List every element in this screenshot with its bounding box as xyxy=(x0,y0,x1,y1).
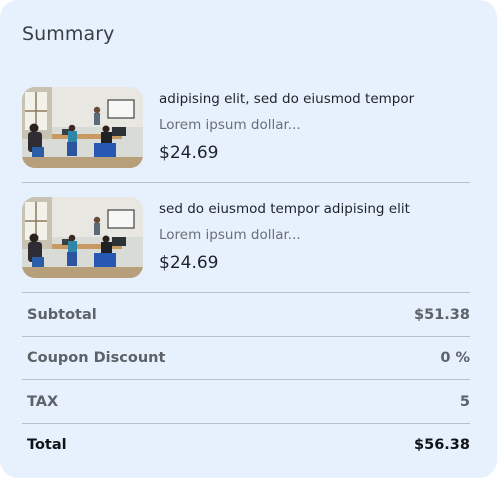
total-row: Total $56.38 xyxy=(27,435,470,455)
item-thumbnail xyxy=(22,87,143,168)
coupon-discount-label: Coupon Discount xyxy=(27,350,166,366)
tax-row: TAX 5 xyxy=(27,392,470,412)
coupon-discount-value: 0 % xyxy=(440,350,470,366)
cart-item[interactable]: sed do eiusmod tempor adipising elit Lor… xyxy=(22,197,470,279)
summary-divider xyxy=(22,336,470,337)
tax-value: 5 xyxy=(459,394,470,410)
item-description: Lorem ipsum dollar... xyxy=(159,227,301,243)
subtotal-row: Subtotal $51.38 xyxy=(27,305,470,325)
item-name[interactable]: sed do eiusmod tempor adipising elit xyxy=(159,201,410,217)
subtotal-value: $51.38 xyxy=(414,307,470,323)
item-name[interactable]: adipising elit, sed do eiusmod tempor xyxy=(159,91,414,107)
item-thumbnail xyxy=(22,197,143,278)
item-description: Lorem ipsum dollar... xyxy=(159,117,301,133)
total-value: $56.38 xyxy=(414,437,470,453)
cart-item[interactable]: adipising elit, sed do eiusmod tempor Lo… xyxy=(22,87,470,169)
summary-divider xyxy=(22,379,470,380)
subtotal-label: Subtotal xyxy=(27,307,97,323)
summary-divider xyxy=(22,423,470,424)
tax-label: TAX xyxy=(27,394,59,410)
item-divider xyxy=(22,182,470,183)
coupon-discount-row: Coupon Discount 0 % xyxy=(27,348,470,368)
classroom-photo-icon xyxy=(22,87,143,168)
summary-divider xyxy=(22,292,470,293)
order-summary-card: Summary adipising elit, sed do eiusmod t… xyxy=(0,0,497,478)
total-label: Total xyxy=(27,437,67,453)
item-price: $24.69 xyxy=(159,253,219,273)
item-price: $24.69 xyxy=(159,143,219,163)
classroom-photo-icon xyxy=(22,197,143,278)
summary-title: Summary xyxy=(22,23,115,45)
